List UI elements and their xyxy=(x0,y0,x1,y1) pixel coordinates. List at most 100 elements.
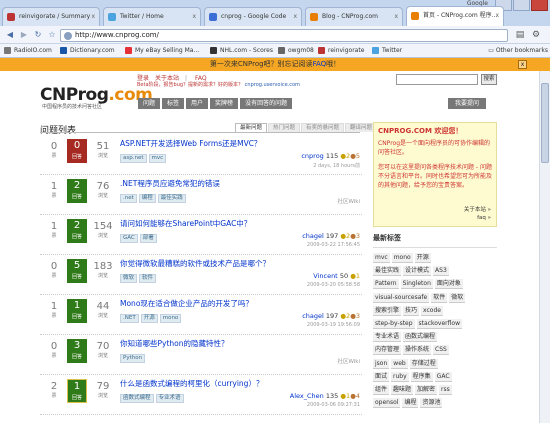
tab-twitter[interactable]: Twitter / Home x xyxy=(103,7,201,26)
faq-more-link[interactable]: faq » xyxy=(477,215,491,221)
sidebar-tag-link[interactable]: 组件 xyxy=(373,384,390,395)
sidebar-tag-link[interactable]: 函数式编程 xyxy=(403,332,438,343)
tag-link[interactable]: 专业术语 xyxy=(155,394,184,403)
sidebar-tag-link[interactable]: 操作系统 xyxy=(403,345,432,356)
sidebar-tag-link[interactable]: visual-sourcesafe xyxy=(373,292,430,303)
site-logo[interactable]: CNProg.com xyxy=(40,85,153,105)
bookmark-ebay[interactable]: My eBay Selling Ma... xyxy=(125,44,199,57)
sidebar-tag-link[interactable]: 内存管理 xyxy=(373,345,402,356)
nav-unanswered[interactable]: 没有回答的问题 xyxy=(240,98,293,109)
sidebar-tag-link[interactable]: mvc xyxy=(373,253,390,263)
notice-faq-link[interactable]: FAQ xyxy=(313,60,327,68)
tag-link[interactable]: mvc xyxy=(148,154,167,163)
tag-link[interactable]: asp.net xyxy=(120,154,147,163)
sidebar-tag-link[interactable]: 软件 xyxy=(431,292,448,303)
reload-icon[interactable]: ↻ xyxy=(32,29,44,41)
about-more-link[interactable]: 关于本站 » xyxy=(464,205,491,213)
scrollbar-thumb[interactable] xyxy=(541,83,549,163)
question-title-link[interactable]: 你知道哪些Python的隐藏特性？ xyxy=(120,338,229,349)
sidebar-tag-link[interactable]: Pattern xyxy=(373,279,399,290)
tag-link[interactable]: .NET xyxy=(120,314,139,323)
maximize-icon[interactable] xyxy=(513,0,530,11)
question-title-link[interactable]: Mono现在适合做企业产品的开发了吗？ xyxy=(120,298,253,309)
tag-link[interactable]: 软件 xyxy=(139,274,157,283)
tab-hot[interactable]: 热门问题 xyxy=(268,123,301,132)
author-link[interactable]: chagel xyxy=(302,312,324,320)
sidebar-tag-link[interactable]: 搜索引擎 xyxy=(373,305,402,316)
tag-link[interactable]: 微软 xyxy=(120,274,138,283)
nav-tags[interactable]: 标签 xyxy=(162,98,185,109)
author-link[interactable]: cnprog xyxy=(301,152,323,160)
question-title-link[interactable]: 请问如何能够在SharePoint中GAC中？ xyxy=(120,218,251,229)
back-icon[interactable]: ◀ xyxy=(4,29,16,41)
sidebar-tag-link[interactable]: step-by-step xyxy=(373,318,415,329)
sidebar-tag-link[interactable]: 趣味题 xyxy=(391,384,414,395)
ask-question-button[interactable]: 我要提问 xyxy=(448,98,487,109)
sidebar-tag-link[interactable]: 加解密 xyxy=(415,384,438,395)
close-window-icon[interactable] xyxy=(531,0,548,11)
forward-icon[interactable]: ▶ xyxy=(18,29,30,41)
bookmark-nhl[interactable]: NHL.com - Scores xyxy=(210,44,273,57)
close-tab-icon[interactable]: x xyxy=(495,7,499,24)
sidebar-tag-link[interactable]: AS3 xyxy=(433,266,449,277)
nav-users[interactable]: 用户 xyxy=(186,98,209,109)
question-title-link[interactable]: .NET程序员应避免常犯的错误 xyxy=(120,178,220,189)
question-title-link[interactable]: 你觉得微软最糟糕的软件或技术产品是哪个？ xyxy=(120,258,270,269)
sidebar-tag-link[interactable]: xcode xyxy=(421,305,443,316)
search-button[interactable]: 搜索 xyxy=(481,74,497,85)
tag-link[interactable]: 函数式编程 xyxy=(120,394,154,403)
close-tab-icon[interactable]: x xyxy=(293,8,297,25)
sidebar-tag-link[interactable]: 技巧 xyxy=(403,305,420,316)
sidebar-tag-link[interactable]: 微软 xyxy=(449,292,466,303)
sidebar-tag-link[interactable]: opensol xyxy=(373,398,401,409)
close-tab-icon[interactable]: x xyxy=(192,8,196,25)
sidebar-tag-link[interactable]: GAC xyxy=(434,371,452,382)
tag-link[interactable]: 开源 xyxy=(140,314,158,323)
sidebar-tag-link[interactable]: 设计模式 xyxy=(403,266,432,277)
bookmark-reinvigorate[interactable]: reinvigorate xyxy=(318,44,364,57)
author-link[interactable]: Vincent xyxy=(313,272,337,280)
tab-newest[interactable]: 最新问题 xyxy=(235,123,268,132)
nav-questions[interactable]: 问题 xyxy=(138,98,161,109)
sidebar-tag-link[interactable]: 专业术语 xyxy=(373,332,402,343)
sidebar-tag-link[interactable]: 资源池 xyxy=(420,398,443,409)
sidebar-tag-link[interactable]: rss xyxy=(439,384,452,395)
search-input[interactable] xyxy=(396,74,478,85)
sidebar-tag-link[interactable]: 编程 xyxy=(402,398,419,409)
close-tab-icon[interactable]: x xyxy=(394,8,398,25)
tab-blog[interactable]: Blog - CNProg.com x xyxy=(305,7,403,26)
other-bookmarks[interactable]: ▭ Other bookmarks xyxy=(488,44,548,57)
close-tab-icon[interactable]: x xyxy=(91,8,95,25)
sidebar-tag-link[interactable]: stackoverflow xyxy=(416,318,462,329)
tag-link[interactable]: GAC xyxy=(120,234,138,243)
author-link[interactable]: Alex_Chen xyxy=(290,392,324,400)
address-bar[interactable]: http://www.cnprog.com/ xyxy=(60,29,508,42)
uservoice-link[interactable]: cnprog.uservoice.com xyxy=(245,82,300,88)
question-title-link[interactable]: 什么是函数式编程的柯里化（currying）？ xyxy=(120,378,263,389)
sidebar-tag-link[interactable]: 开源 xyxy=(414,253,431,263)
sidebar-tag-link[interactable]: 存储过程 xyxy=(409,358,438,369)
tag-link[interactable]: .net xyxy=(120,194,137,203)
sidebar-tag-link[interactable]: 程序集 xyxy=(410,371,433,382)
sidebar-tag-link[interactable]: mono xyxy=(391,253,413,263)
page-menu-icon[interactable]: ▤ xyxy=(514,29,526,41)
scrollbar[interactable] xyxy=(539,71,550,423)
sidebar-tag-link[interactable]: json xyxy=(373,358,390,369)
tag-link[interactable]: mono xyxy=(159,314,182,323)
wrench-icon[interactable]: ⚙ xyxy=(530,29,542,41)
tag-link[interactable]: 部署 xyxy=(139,234,157,243)
notice-close-icon[interactable]: x xyxy=(518,60,527,69)
tab-reinvigorate[interactable]: reinvigorate / Summary x xyxy=(2,7,100,26)
bookmark-radioio[interactable]: RadioIO.com xyxy=(4,44,52,57)
question-title-link[interactable]: ASP.NET开发选择Web Forms还是MVC？ xyxy=(120,138,261,149)
tag-link[interactable]: 最佳实践 xyxy=(157,194,186,203)
author-link[interactable]: chagel xyxy=(302,232,324,240)
sidebar-tag-link[interactable]: CSS xyxy=(433,345,449,356)
tab-cnprog-home[interactable]: 首页 - CNProg.com 程序... x xyxy=(406,6,504,26)
tag-link[interactable]: 编程 xyxy=(138,194,156,203)
sidebar-tag-link[interactable]: 面向对象 xyxy=(434,279,463,290)
sidebar-tag-link[interactable]: web xyxy=(391,358,408,369)
tab-bounty[interactable]: 有奖的悬问题 xyxy=(301,123,345,132)
sidebar-tag-link[interactable]: 最佳实践 xyxy=(373,266,402,277)
bookmark-dictionary[interactable]: Dictionary.com xyxy=(60,44,115,57)
